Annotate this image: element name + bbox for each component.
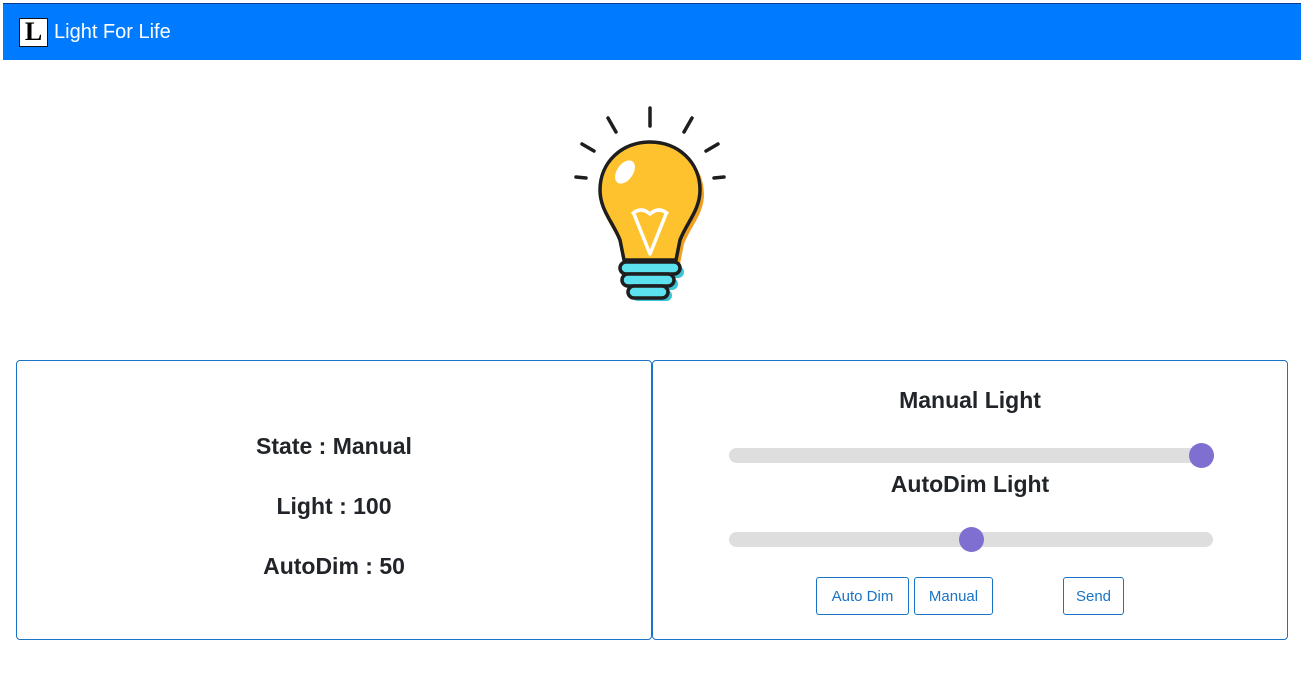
light-value-text: Light : 100 bbox=[276, 493, 392, 519]
manual-button[interactable]: Manual bbox=[914, 577, 993, 615]
autodim-value-text: AutoDim : 50 bbox=[263, 553, 405, 579]
manual-light-slider[interactable] bbox=[729, 443, 1214, 468]
manual-light-title: Manual Light bbox=[899, 387, 1041, 413]
send-button[interactable]: Send bbox=[1063, 577, 1124, 615]
navbar: L Light For Life bbox=[3, 3, 1301, 60]
controls-card: Manual Light AutoDim Light Auto Dim Manu… bbox=[652, 360, 1288, 640]
autodim-light-title: AutoDim Light bbox=[890, 471, 1050, 497]
state-text: State : Manual bbox=[256, 433, 412, 459]
light-bulb-icon bbox=[574, 106, 726, 301]
status-card: State : Manual Light : 100 AutoDim : 50 bbox=[16, 360, 652, 640]
autodim-light-slider-thumb[interactable] bbox=[959, 527, 984, 552]
autodim-light-slider[interactable] bbox=[729, 527, 1213, 552]
brand-logo-icon[interactable]: L bbox=[19, 17, 48, 47]
brand-name[interactable]: Light For Life bbox=[54, 21, 171, 44]
auto-dim-button[interactable]: Auto Dim bbox=[816, 577, 909, 615]
manual-light-slider-thumb[interactable] bbox=[1189, 443, 1214, 468]
